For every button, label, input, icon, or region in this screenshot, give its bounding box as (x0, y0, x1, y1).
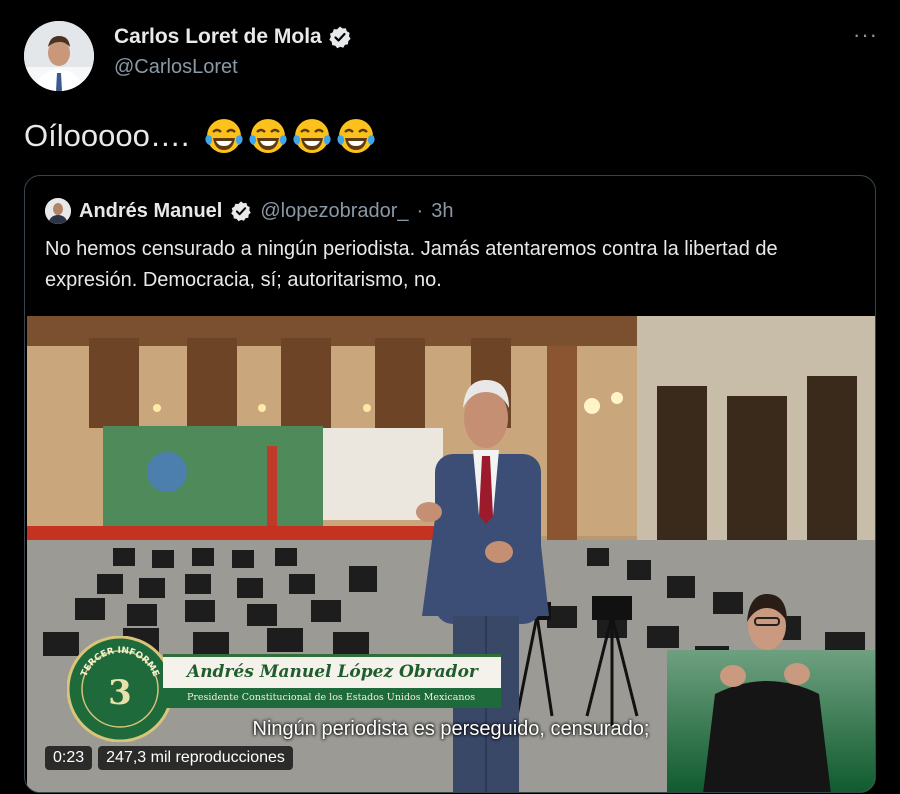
lower-third-title: Presidente Constitucional de los Estados… (163, 688, 501, 708)
author-avatar[interactable] (24, 21, 94, 91)
author-name[interactable]: Carlos Loret de Mola (114, 25, 352, 49)
video-view-count: 247,3 mil reproducciones (98, 746, 293, 770)
emoji-row (203, 115, 377, 157)
video-player[interactable]: TERCER INFORME 3 Andrés Manuel López Obr… (27, 316, 875, 792)
tears-of-joy-icon (335, 115, 377, 157)
quoted-author-name[interactable]: Andrés Manuel (79, 200, 222, 223)
lower-third-name: Andrés Manuel López Obrador (163, 654, 501, 688)
separator-dot: · (416, 199, 424, 222)
tears-of-joy-icon (247, 115, 289, 157)
quoted-tweet-text: No hemos censurado a ningún periodista. … (45, 238, 778, 291)
name-lower-third: Andrés Manuel López Obrador Presidente C… (163, 654, 501, 712)
tweet-text-content: Oílooooo…. (24, 118, 190, 153)
tears-of-joy-icon (291, 115, 333, 157)
quoted-author-avatar[interactable] (45, 198, 71, 224)
quoted-timestamp[interactable]: 3h (431, 200, 453, 223)
verified-icon (328, 25, 352, 49)
author-name-text: Carlos Loret de Mola (114, 25, 322, 48)
quoted-tweet[interactable]: Andrés Manuel @lopezobrador_ · 3h No hem… (24, 175, 876, 793)
quoted-tweet-header: Andrés Manuel @lopezobrador_ · 3h (45, 198, 453, 224)
video-caption: Ningún periodista es perseguido, censura… (27, 718, 875, 741)
video-elapsed-time: 0:23 (45, 746, 93, 770)
video-stats: 0:23 247,3 mil reproducciones (45, 746, 293, 770)
tears-of-joy-icon (203, 115, 245, 157)
more-options-icon[interactable]: ··· (853, 22, 878, 48)
tweet-text: Oílooooo…. (24, 115, 377, 157)
author-handle[interactable]: @CarlosLoret (114, 56, 238, 79)
caption-text: Ningún periodista es perseguido, censura… (252, 718, 650, 740)
quoted-author-handle[interactable]: @lopezobrador_ (260, 200, 408, 223)
svg-text:3: 3 (108, 673, 132, 713)
verified-icon (230, 200, 252, 222)
